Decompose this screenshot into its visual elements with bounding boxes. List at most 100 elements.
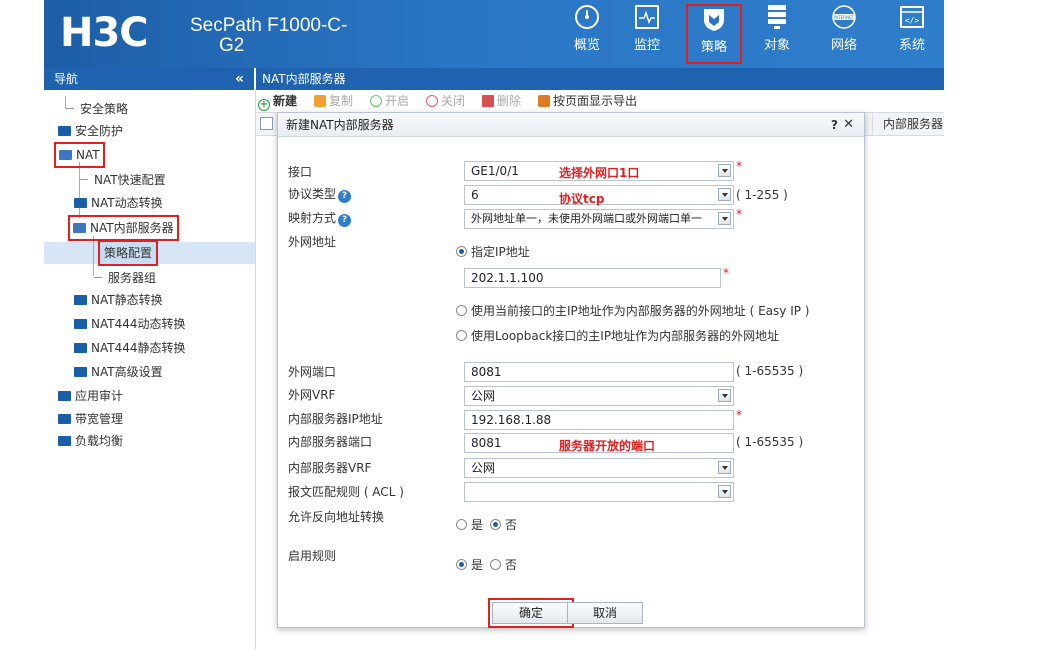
sidebar-tree: 安全策略 安全防护 NAT NAT快速配置 NAT动态转换 NAT内部服务器 策… bbox=[44, 90, 256, 649]
collapse-icon[interactable]: « bbox=[235, 68, 244, 90]
nav-panel-header: 导航 « bbox=[44, 68, 254, 90]
sidebar-item-security-protection[interactable]: 安全防护 bbox=[58, 120, 123, 142]
nav-overview[interactable]: 概览 bbox=[557, 4, 617, 64]
radio-label: 使用当前接口的主IP地址作为内部服务器的外网地址 ( Easy IP ) bbox=[471, 304, 810, 318]
sidebar-item-label: NAT快速配置 bbox=[94, 173, 166, 187]
sidebar-item-server-group[interactable]: 服务器组 bbox=[94, 267, 156, 289]
sidebar-item-security-policy[interactable]: 安全策略 bbox=[66, 98, 128, 120]
nav-network[interactable]: INTERNET 网络 bbox=[814, 4, 874, 64]
disable-button[interactable]: 关闭 bbox=[426, 90, 465, 112]
select-all-checkbox[interactable] bbox=[260, 117, 273, 130]
sidebar-item-nat-dynamic[interactable]: NAT动态转换 bbox=[74, 192, 163, 214]
mapping-value: 外网地址单一，未使用外网端口或外网端口单一 bbox=[471, 212, 702, 225]
top-header: H3C SecPath F1000-C- G2 概览 监控 策略 对象 INTE… bbox=[44, 0, 944, 68]
check-circle-icon bbox=[370, 95, 382, 107]
mapping-label-text: 映射方式 bbox=[288, 211, 337, 225]
server-rack-icon bbox=[768, 5, 786, 29]
internal-port-range: ( 1-65535 ) bbox=[736, 435, 804, 449]
public-ip-input[interactable]: 202.1.1.100 bbox=[464, 268, 721, 288]
sidebar-item-label: 策略配置 bbox=[104, 246, 153, 260]
sidebar-item-policy-config[interactable]: 策略配置 bbox=[97, 240, 159, 266]
internal-ip-input[interactable]: 192.168.1.88 bbox=[464, 410, 734, 430]
cancel-button[interactable]: 取消 bbox=[567, 602, 643, 624]
internal-port-label: 内部服务器端口 bbox=[288, 435, 373, 449]
sidebar-item-nat444-static[interactable]: NAT444静态转换 bbox=[74, 337, 186, 359]
brand-logo: H3C bbox=[60, 10, 149, 56]
sidebar-item-label: NAT高级设置 bbox=[91, 365, 163, 379]
public-port-range: ( 1-65535 ) bbox=[736, 364, 804, 378]
plus-icon: + bbox=[258, 99, 270, 111]
export-icon bbox=[538, 95, 550, 107]
folder-icon bbox=[58, 126, 71, 136]
enable-button[interactable]: 开启 bbox=[370, 90, 409, 112]
question-icon[interactable]: ? bbox=[338, 214, 352, 227]
required-marker: * bbox=[723, 266, 729, 280]
sidebar-item-nat444-dynamic[interactable]: NAT444动态转换 bbox=[74, 313, 186, 335]
nav-object[interactable]: 对象 bbox=[747, 4, 807, 64]
folder-icon bbox=[74, 367, 87, 377]
chevron-down-icon bbox=[718, 188, 731, 201]
radio-button-checked bbox=[456, 246, 467, 257]
radio-label: 指定IP地址 bbox=[471, 245, 530, 259]
copy-label: 复制 bbox=[329, 94, 354, 108]
public-port-input[interactable]: 8081 bbox=[464, 362, 734, 382]
public-address-easy-ip-radio[interactable]: 使用当前接口的主IP地址作为内部服务器的外网地址 ( Easy IP ) bbox=[456, 302, 809, 319]
sidebar-item-label: 安全策略 bbox=[80, 102, 129, 116]
radio-button-checked bbox=[490, 519, 501, 530]
sidebar-item-label: 应用审计 bbox=[75, 389, 124, 403]
sidebar-item-nat-quick[interactable]: NAT快速配置 bbox=[80, 169, 166, 191]
radio-label: 使用Loopback接口的主IP地址作为内部服务器的外网地址 bbox=[471, 329, 780, 343]
export-button[interactable]: 按页面显示导出 bbox=[538, 90, 637, 112]
interface-value: GE1/0/1 bbox=[471, 164, 519, 178]
page-title: NAT内部服务器 bbox=[256, 68, 944, 90]
nav-monitor[interactable]: 监控 bbox=[617, 4, 677, 64]
public-address-specified-radio[interactable]: 指定IP地址 bbox=[456, 243, 530, 260]
public-vrf-select[interactable]: 公网 bbox=[464, 386, 734, 406]
monitor-icon bbox=[635, 5, 659, 29]
enable-rule-no-radio[interactable]: 否 bbox=[490, 556, 517, 573]
sidebar-item-bandwidth[interactable]: 带宽管理 bbox=[58, 408, 123, 430]
chevron-down-icon bbox=[718, 164, 731, 177]
reverse-nat-no-radio[interactable]: 否 bbox=[490, 516, 517, 533]
column-header-internal-server[interactable]: 内部服务器 bbox=[872, 112, 944, 136]
nav-monitor-label: 监控 bbox=[633, 38, 660, 53]
acl-select[interactable] bbox=[464, 482, 734, 502]
sidebar-item-label: 负载均衡 bbox=[75, 434, 124, 448]
export-label: 按页面显示导出 bbox=[553, 94, 638, 108]
new-label: 新建 bbox=[273, 94, 298, 108]
nav-network-label: 网络 bbox=[830, 38, 857, 53]
sidebar-item-nat-internal-server[interactable]: NAT内部服务器 bbox=[68, 215, 179, 241]
sidebar-item-label: 安全防护 bbox=[75, 124, 124, 138]
mapping-select[interactable]: 外网地址单一，未使用外网端口或外网端口单一 bbox=[464, 209, 734, 229]
sidebar-item-label: NAT内部服务器 bbox=[90, 221, 174, 235]
mapping-label: 映射方式? bbox=[288, 209, 352, 227]
public-port-value: 8081 bbox=[471, 365, 502, 379]
nav-object-label: 对象 bbox=[763, 38, 790, 53]
public-address-label: 外网地址 bbox=[288, 235, 337, 249]
internal-vrf-value: 公网 bbox=[471, 461, 496, 475]
nav-system[interactable]: </> 系统 bbox=[882, 4, 942, 64]
delete-button[interactable]: 删除 bbox=[482, 90, 521, 112]
sidebar-item-app-audit[interactable]: 应用审计 bbox=[58, 385, 123, 407]
question-icon[interactable]: ? bbox=[338, 190, 352, 203]
ok-button[interactable]: 确定 bbox=[488, 598, 574, 628]
sidebar-item-load-balance[interactable]: 负载均衡 bbox=[58, 430, 123, 452]
sidebar-item-nat-advanced[interactable]: NAT高级设置 bbox=[74, 361, 163, 383]
public-address-loopback-radio[interactable]: 使用Loopback接口的主IP地址作为内部服务器的外网地址 bbox=[456, 327, 779, 344]
enable-label: 开启 bbox=[385, 94, 410, 108]
folder-open-icon bbox=[59, 150, 72, 160]
nav-policy[interactable]: 策略 bbox=[686, 4, 742, 64]
public-vrf-value: 公网 bbox=[471, 389, 496, 403]
protocol-value: 6 bbox=[471, 188, 479, 202]
sidebar-item-nat[interactable]: NAT bbox=[54, 142, 105, 168]
new-button[interactable]: + 新建 bbox=[258, 90, 297, 112]
copy-button[interactable]: 复制 bbox=[314, 90, 353, 112]
chevron-down-icon bbox=[718, 389, 731, 402]
close-icon[interactable]: ✕ bbox=[843, 113, 854, 137]
internal-vrf-select[interactable]: 公网 bbox=[464, 458, 734, 478]
enable-rule-yes-radio[interactable]: 是 bbox=[456, 556, 483, 573]
sidebar-item-nat-static[interactable]: NAT静态转换 bbox=[74, 289, 163, 311]
trash-icon bbox=[482, 95, 494, 107]
help-icon[interactable]: ? bbox=[831, 113, 838, 137]
reverse-nat-yes-radio[interactable]: 是 bbox=[456, 516, 483, 533]
